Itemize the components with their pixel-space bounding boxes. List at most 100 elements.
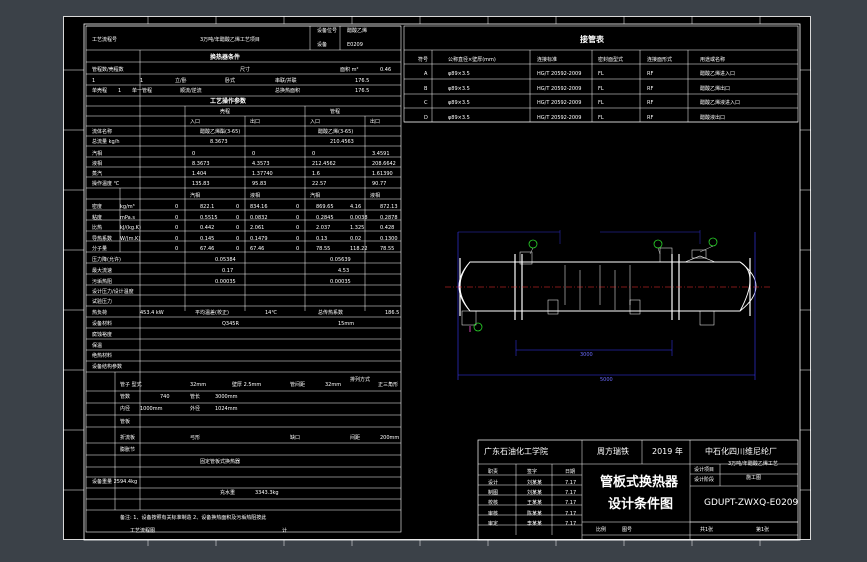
row1-label: 管程数/壳程数 bbox=[92, 67, 124, 73]
pressure-tube: 0.05384 bbox=[215, 257, 236, 263]
property-cell: 0.1300 bbox=[380, 235, 398, 242]
property-cell: 导热系数 bbox=[92, 235, 113, 242]
lmtd-label: 平均温差(校正) bbox=[195, 310, 229, 316]
side-tube: 壳程 bbox=[220, 109, 231, 115]
tube-count: 740 bbox=[160, 394, 170, 400]
row2-c4: 卧式 bbox=[225, 78, 236, 84]
side-shell: 管程 bbox=[330, 109, 341, 115]
tb-author: 周方瑞铁 bbox=[597, 447, 629, 456]
phase-2: 液相 bbox=[250, 193, 261, 199]
tube-od: 32mm bbox=[190, 382, 207, 388]
property-cell: kg/m³ bbox=[120, 204, 135, 210]
property-cell: 0 bbox=[296, 235, 300, 242]
condition-cell: 95.83 bbox=[252, 181, 267, 187]
speed-shell: 4.53 bbox=[338, 268, 350, 274]
sign-header: 职责 bbox=[488, 469, 499, 475]
tubesheet-label: 管板 bbox=[120, 419, 131, 425]
condition-cell: 4.3573 bbox=[252, 161, 270, 167]
tube-len-label: 管长 bbox=[190, 394, 201, 400]
drawing-lines bbox=[63, 16, 811, 546]
property-cell: 0.2845 bbox=[316, 214, 334, 221]
nozzle-cell: FL bbox=[598, 114, 604, 121]
tb-part-value: 施工图 bbox=[746, 475, 762, 481]
fouling-tube: 0.00035 bbox=[215, 279, 236, 285]
area-label: 总传热系数 bbox=[318, 310, 344, 316]
heat-val: 453.4 kW bbox=[140, 310, 164, 316]
tube-pitch-val: 32mm bbox=[325, 382, 342, 388]
tb-school: 广东石油化工学院 bbox=[484, 447, 548, 456]
tube-count-label: 管数 bbox=[120, 394, 131, 400]
insulation-label: 保温 bbox=[92, 343, 103, 349]
sign-cell: 7.17 bbox=[565, 510, 577, 517]
property-cell: 0.13 bbox=[316, 235, 328, 242]
property-cell: 78.55 bbox=[316, 246, 331, 252]
tube-pitch: 管间距 bbox=[290, 382, 306, 388]
property-cell: 0 bbox=[236, 235, 240, 242]
phase-1: 汽相 bbox=[190, 193, 201, 199]
tb-title-1: 管板式换热器 bbox=[600, 475, 679, 490]
property-cell: 0 bbox=[175, 204, 179, 210]
property-cell: mPa.s bbox=[120, 214, 135, 221]
property-cell: 1.325 bbox=[350, 225, 365, 231]
sign-cell: 设计 bbox=[488, 480, 499, 486]
row3-c3: 单一管程 bbox=[132, 88, 153, 94]
property-cell: 0.0832 bbox=[250, 214, 268, 221]
nozzle-cell: FL bbox=[598, 85, 604, 92]
other-label: 固定管板式换热器 bbox=[200, 459, 241, 465]
thick-label: 15mm bbox=[338, 321, 355, 327]
speed-label: 最大流速 bbox=[92, 268, 113, 274]
io-3: 入口 bbox=[310, 119, 321, 125]
tb-code: GDUPT-ZWXQ-E0209 bbox=[704, 498, 799, 508]
material-label: 设备材料 bbox=[92, 321, 113, 327]
condition-cell: 0 bbox=[312, 151, 316, 157]
sign-cell: 陈某某 bbox=[527, 510, 543, 517]
footer-cell: 共1张 bbox=[700, 527, 714, 533]
flow-shell: 210.4563 bbox=[330, 139, 354, 145]
tb-year: 2019 年 bbox=[652, 447, 683, 456]
nozzle-cell: 醋酸液出口 bbox=[700, 114, 726, 121]
nozzle-cell: FL bbox=[598, 71, 604, 77]
nozzle-cell: φ89×3.5 bbox=[448, 71, 470, 77]
nozzle-cell: 醋酸乙烯进入口 bbox=[700, 71, 736, 77]
baffle-space-val: 200mm bbox=[380, 435, 400, 441]
io-1: 入口 bbox=[190, 119, 201, 125]
baffle-space: 间距 bbox=[350, 435, 361, 441]
property-cell: 0.02 bbox=[350, 235, 362, 242]
tb-item-label: 设计项目 bbox=[694, 467, 715, 473]
nozzle-cell: HG/T 20592-2009 bbox=[537, 100, 582, 106]
property-cell: 比热 bbox=[92, 225, 103, 231]
heat-label: 热负荷 bbox=[92, 310, 108, 316]
area-val: 186.5 bbox=[385, 310, 400, 316]
speed-tube: 0.17 bbox=[222, 268, 234, 274]
io-2: 出口 bbox=[250, 119, 261, 125]
row2-c5: 串联/并联 bbox=[275, 78, 297, 84]
condition-cell: 8.3673 bbox=[192, 161, 210, 167]
condition-cell: 22.57 bbox=[312, 181, 327, 187]
nozzle-header: 符号 bbox=[418, 57, 429, 63]
sign-cell: 7.17 bbox=[565, 490, 577, 497]
process-name-label: 设备 bbox=[317, 42, 328, 48]
nozzle-cell: RF bbox=[647, 100, 654, 106]
sign-cell: 刘某某 bbox=[527, 480, 543, 486]
design-title: 换热器条件 bbox=[210, 54, 241, 61]
nozzle-cell: FL bbox=[598, 100, 604, 106]
flow-label: 总流量 kg/h bbox=[92, 139, 120, 145]
property-cell: 834.16 bbox=[250, 204, 268, 210]
pressure-shell: 0.05639 bbox=[330, 257, 351, 263]
tube-label: 管子 型式 bbox=[120, 382, 142, 388]
nozzle-cell: φ89×3.5 bbox=[448, 100, 470, 106]
footer-cell: 第1张 bbox=[756, 527, 770, 533]
property-cell: 0.0038 bbox=[350, 214, 368, 221]
steam-label: 蒸汽 bbox=[92, 171, 103, 177]
weight2-label: 充水重 bbox=[220, 490, 236, 496]
sign-cell: 7.17 bbox=[565, 480, 577, 486]
tb-item-value: 3万吨/年醋酸乙烯工艺 bbox=[728, 461, 778, 467]
nozzle-header: 连接面形式 bbox=[647, 57, 673, 63]
property-cell: 2.061 bbox=[250, 225, 265, 231]
sign-cell: 李某某 bbox=[527, 520, 543, 527]
property-cell: 粘度 bbox=[92, 214, 103, 221]
property-cell: 0.145 bbox=[200, 235, 215, 242]
property-cell: W/(m.K) bbox=[120, 235, 141, 242]
property-cell: 2.037 bbox=[316, 225, 331, 231]
fluid-shell: 醋酸乙烯(3-65) bbox=[318, 129, 354, 135]
